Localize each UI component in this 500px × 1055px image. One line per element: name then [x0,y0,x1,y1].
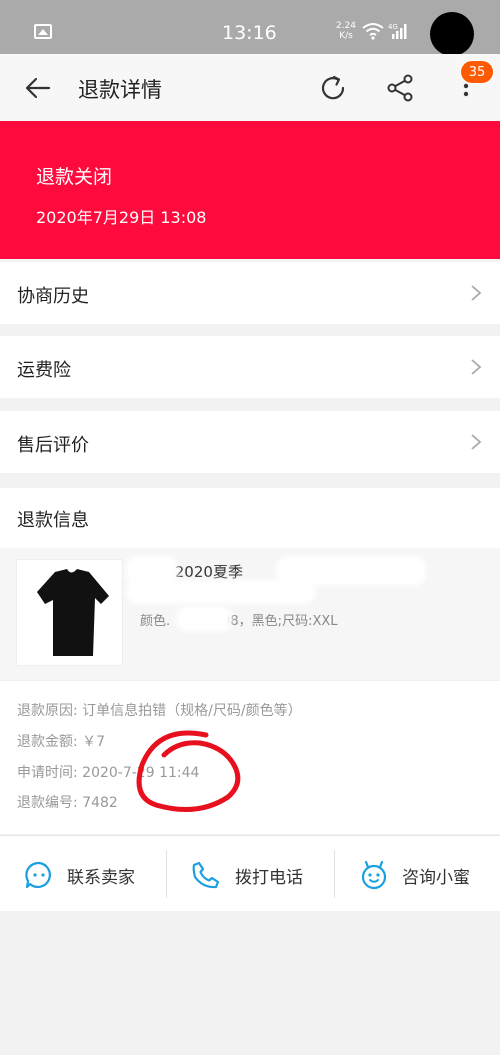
call-phone-button[interactable]: 拨打电话 [167,836,334,912]
refund-amount-row: 退款金额: ￥7 [17,731,105,751]
call-phone-label: 拨打电话 [235,868,303,888]
app-bar: 退款详情 35 [0,54,500,121]
refund-reason-value: 订单信息拍错（规格/尺码/颜色等） [82,703,302,719]
refund-state: 退款关闭 [36,166,113,188]
apply-time-row: 申请时间: 2020-7-29 11:44 [17,762,199,782]
after-sale-review-row[interactable]: 售后评价 [0,411,500,473]
refund-amount-value: ￥7 [82,734,106,750]
shipping-insurance-label: 运费险 [17,360,71,381]
product-thumbnail[interactable] [16,559,123,666]
chevron-right-icon [471,285,482,301]
ask-assistant-label: 咨询小蜜 [402,868,470,888]
signal-icon: 4G [388,23,407,39]
phone-icon [192,861,220,889]
tshirt-image [37,569,109,656]
chat-bubble-icon [25,861,51,889]
after-sale-review-label: 售后评价 [17,435,89,456]
network-speed: 2.24 K/s [335,21,357,41]
chevron-right-icon [471,359,482,375]
redaction-blur [126,580,316,604]
network-speed-unit: K/s [339,31,353,41]
redaction-blur [140,785,236,815]
refund-info-header: 退款信息 [0,488,500,548]
apply-time-value: 2020-7-29 11:44 [82,765,200,781]
refund-reason-label: 退款原因: [17,703,78,719]
gallery-icon [34,24,52,39]
status-time: 13:16 [222,22,277,44]
refund-reason-row: 退款原因: 订单信息拍错（规格/尺码/颜色等） [17,700,302,720]
bottom-action-bar: 联系卖家 拨打电话 咨询小蜜 [0,835,500,911]
refund-state-date: 2020年7月29日 13:08 [36,208,207,227]
refund-status-banner: 退款关闭 2020年7月29日 13:08 [0,121,500,259]
page-title: 退款详情 [78,78,162,102]
assistant-face-icon [361,860,387,890]
redaction-blur [176,606,232,632]
refund-details: 退款原因: 订单信息拍错（规格/尺码/颜色等） 退款金额: ￥7 申请时间: 2… [0,680,500,834]
product-card[interactable]: 男装 2020夏季t恤 颜色.98，黑色;尺码:XXL [0,548,500,680]
wifi-icon [362,23,384,40]
status-bar: 13:16 2.24 K/s 4G [0,0,500,56]
contact-seller-label: 联系卖家 [67,868,135,888]
product-attrs-part2: 98，黑色;尺码:XXL [222,614,338,629]
network-speed-value: 2.24 [335,21,357,31]
refresh-icon[interactable] [318,73,348,103]
product-attrs-part1: 颜色. [140,614,171,629]
refund-info-title: 退款信息 [17,510,89,531]
product-attributes: 颜色. 98，黑色;尺码:XXL [140,610,338,629]
negotiation-history-label: 协商历史 [17,286,89,307]
shipping-insurance-row[interactable]: 运费险 [0,336,500,398]
back-arrow-icon[interactable] [24,74,52,102]
ask-assistant-button[interactable]: 咨询小蜜 [335,836,500,912]
share-icon[interactable] [385,73,415,103]
front-camera [430,12,474,56]
refund-number-part1: 7482 [82,795,118,811]
contact-seller-button[interactable]: 联系卖家 [0,836,166,912]
notification-badge: 35 [460,60,494,84]
network-type: 4G [388,23,398,31]
negotiation-history-row[interactable]: 协商历史 [0,262,500,324]
apply-time-label: 申请时间: [17,765,78,781]
chevron-right-icon [471,434,482,450]
refund-amount-label: 退款金额: [17,734,78,750]
refund-number-label: 退款编号: [17,795,78,811]
